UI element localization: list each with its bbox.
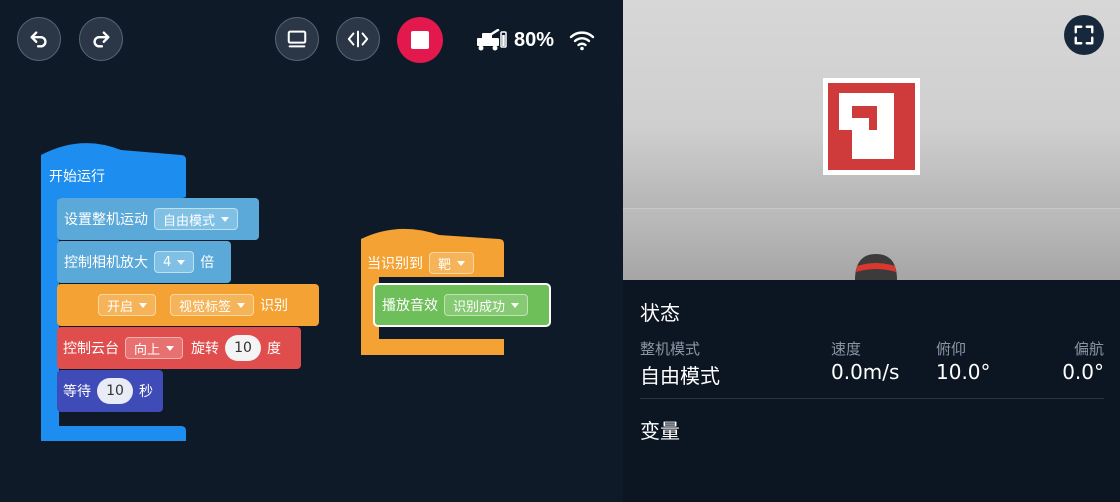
stop-icon — [411, 31, 429, 49]
camera-view — [623, 0, 1120, 280]
chevron-down-icon — [166, 345, 175, 351]
chevron-down-icon — [457, 260, 466, 266]
stop-button[interactable] — [397, 17, 443, 63]
undo-icon — [30, 31, 47, 48]
wait-unit: 秒 — [139, 384, 153, 400]
recognize-target-dropdown[interactable]: 视觉标签 — [170, 294, 255, 316]
robot-status: 80% — [476, 26, 596, 54]
stat-pitch-label: 俯仰 — [936, 340, 967, 358]
undo-button[interactable] — [17, 17, 61, 61]
chassis-mode-label: 设置整机运动 — [64, 212, 148, 228]
gimbal-unit: 度 — [267, 341, 282, 357]
zoom-dropdown[interactable]: 4 — [154, 251, 195, 273]
vision-marker — [823, 78, 920, 175]
chevron-down-icon — [237, 302, 246, 308]
code-workspace[interactable]: 80% 开始运行 设置整机运动 自由模式 控制相机放大 4 倍 开启 视觉标签 … — [0, 0, 623, 502]
stat-mode-value: 自由模式 — [640, 364, 720, 388]
wait-label: 等待 — [63, 384, 91, 400]
start-block[interactable]: 开始运行 — [49, 165, 105, 187]
gimbal-angle-input[interactable]: 10 — [225, 335, 262, 361]
chevron-down-icon — [139, 302, 148, 308]
chassis-mode-value: 自由模式 — [163, 213, 216, 229]
detect-target-value: 靶 — [438, 257, 452, 273]
variables-title: 变量 — [640, 419, 680, 443]
sound-dropdown[interactable]: 识别成功 — [444, 294, 529, 316]
chassis-mode-dropdown[interactable]: 自由模式 — [154, 208, 239, 230]
status-title: 状态 — [640, 301, 680, 325]
recognize-target-value: 视觉标签 — [179, 299, 232, 315]
screen-button[interactable] — [275, 17, 319, 61]
chevron-down-icon — [511, 302, 520, 308]
stat-yaw-value: 0.0° — [1062, 360, 1104, 384]
recognize-state-dropdown[interactable]: 开启 — [98, 294, 157, 316]
play-sound-block[interactable]: 播放音效 识别成功 — [373, 283, 551, 327]
robot-icon — [477, 29, 507, 51]
wait-block[interactable]: 等待 10 秒 — [57, 370, 163, 412]
code-view-button[interactable] — [336, 17, 380, 61]
gimbal-direction-value: 向上 — [134, 342, 161, 358]
marker-pattern — [839, 93, 894, 159]
fullscreen-icon — [1074, 25, 1094, 45]
wait-seconds-input[interactable]: 10 — [97, 378, 133, 404]
status-panel: 状态 整机模式 自由模式 速度 0.0m/s 俯仰 10.0° 偏航 0.0° … — [623, 280, 1120, 502]
camera-zoom-block[interactable]: 控制相机放大 4 倍 — [57, 241, 231, 283]
stat-yaw-label: 偏航 — [1073, 340, 1104, 358]
zoom-value: 4 — [163, 254, 172, 270]
recognize-state-value: 开启 — [107, 299, 134, 315]
stat-speed-label: 速度 — [831, 340, 862, 358]
chassis-mode-block[interactable]: 设置整机运动 自由模式 — [57, 198, 259, 240]
battery-percent: 80% — [514, 28, 555, 51]
vision-recognize-block[interactable]: 开启 视觉标签 识别 — [57, 284, 319, 326]
zoom-suffix: 倍 — [200, 255, 215, 271]
gimbal-direction-dropdown[interactable]: 向上 — [125, 337, 184, 359]
redo-button[interactable] — [79, 17, 123, 61]
robot-barrel — [855, 254, 897, 280]
on-detect-block[interactable]: 当识别到 靶 — [367, 250, 475, 276]
code-icon — [347, 30, 369, 48]
sound-value: 识别成功 — [453, 299, 506, 315]
stat-speed-value: 0.0m/s — [831, 360, 900, 384]
start-label: 开始运行 — [49, 169, 105, 185]
chevron-down-icon — [177, 259, 186, 265]
monitor-icon — [287, 30, 307, 48]
camera-zoom-label: 控制相机放大 — [64, 255, 148, 271]
wifi-icon — [569, 31, 595, 51]
panel-divider — [640, 398, 1104, 399]
play-sound-label: 播放音效 — [382, 298, 438, 314]
recognize-suffix: 识别 — [260, 298, 289, 314]
stat-pitch-value: 10.0° — [936, 360, 991, 384]
redo-icon — [93, 31, 110, 48]
on-detect-label: 当识别到 — [367, 256, 423, 272]
chevron-down-icon — [221, 216, 230, 222]
stat-mode-label: 整机模式 — [640, 340, 701, 358]
fullscreen-button[interactable] — [1064, 15, 1104, 55]
gimbal-rotate-label: 旋转 — [191, 341, 220, 357]
gimbal-label: 控制云台 — [63, 341, 119, 357]
detect-target-dropdown[interactable]: 靶 — [429, 252, 475, 274]
gimbal-control-block[interactable]: 控制云台 向上 旋转 10 度 — [57, 327, 301, 369]
